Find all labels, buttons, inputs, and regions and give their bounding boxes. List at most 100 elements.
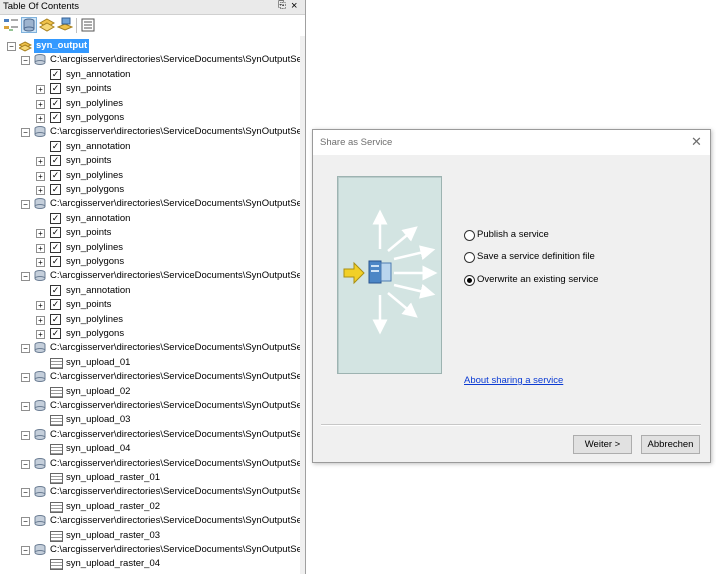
- layer-checkbox[interactable]: ✓: [50, 97, 61, 109]
- toc-data-source[interactable]: − C:\arcgisserver\directories\ServiceDocu…: [0, 269, 302, 283]
- expand-icon[interactable]: +: [36, 229, 45, 239]
- toc-layer-item[interactable]: syn_upload_raster_01: [0, 471, 300, 485]
- pin-icon[interactable]: ⎘: [278, 0, 286, 11]
- toc-layer-item[interactable]: + ✓ syn_polylines: [0, 97, 300, 111]
- radio-label-2[interactable]: Save a service definition file: [477, 251, 595, 262]
- collapse-icon[interactable]: −: [21, 402, 30, 411]
- toc-data-source[interactable]: − C:\arcgisserver\directories\ServiceDocu…: [0, 197, 302, 211]
- toc-data-source[interactable]: − C:\arcgisserver\directories\ServiceDocu…: [0, 341, 302, 355]
- toc-layer-item[interactable]: + ✓ syn_polygons: [0, 327, 300, 341]
- toc-layer-item[interactable]: + ✓ syn_polylines: [0, 241, 300, 255]
- layer-checkbox[interactable]: ✓: [50, 140, 61, 152]
- next-button[interactable]: Weiter >: [573, 435, 632, 454]
- toc-data-source[interactable]: − C:\arcgisserver\directories\ServiceDocu…: [0, 428, 302, 442]
- expand-icon[interactable]: +: [36, 85, 45, 95]
- collapse-icon[interactable]: −: [21, 128, 30, 138]
- toc-layer-item[interactable]: syn_upload_02: [0, 385, 300, 399]
- expand-icon[interactable]: +: [36, 99, 45, 109]
- layer-checkbox[interactable]: ✓: [50, 68, 61, 80]
- close-icon[interactable]: ✕: [691, 134, 702, 150]
- collapse-icon[interactable]: −: [21, 430, 30, 440]
- layer-checkbox[interactable]: ✓: [50, 112, 61, 123]
- collapse-icon[interactable]: −: [21, 344, 30, 354]
- expand-icon[interactable]: +: [36, 315, 45, 325]
- expand-icon[interactable]: +: [36, 171, 45, 181]
- toc-layer-item[interactable]: + ✓ syn_polylines: [0, 313, 300, 327]
- toc-data-source[interactable]: − C:\arcgisserver\directories\ServiceDocu…: [0, 514, 302, 528]
- toc-layer-item[interactable]: + ✓ syn_polygons: [0, 255, 300, 269]
- toc-title-bar: Table Of Contents ⎘ ×: [0, 0, 305, 15]
- collapse-icon[interactable]: −: [7, 42, 16, 51]
- toc-data-source[interactable]: − C:\arcgisserver\directories\ServiceDocu…: [0, 370, 302, 384]
- expand-icon[interactable]: +: [36, 258, 45, 267]
- expand-icon[interactable]: +: [36, 186, 45, 195]
- layer-checkbox[interactable]: ✓: [50, 169, 61, 181]
- collapse-icon[interactable]: −: [21, 373, 30, 383]
- toc-layer-item[interactable]: syn_upload_01: [0, 356, 300, 370]
- radio-label-3[interactable]: Overwrite an existing service: [477, 274, 598, 285]
- toc-data-source[interactable]: − C:\arcgisserver\directories\ServiceDocu…: [0, 125, 302, 139]
- radio-1[interactable]: [464, 230, 475, 241]
- expand-icon[interactable]: +: [36, 301, 45, 311]
- close-icon[interactable]: ×: [291, 0, 297, 12]
- radio-3[interactable]: [464, 275, 475, 286]
- layer-checkbox[interactable]: ✓: [50, 241, 61, 253]
- toc-layer-item[interactable]: + ✓ syn_points: [0, 226, 300, 240]
- layer-checkbox[interactable]: ✓: [50, 212, 61, 224]
- about-sharing-link[interactable]: About sharing a service: [464, 375, 563, 386]
- toc-layer-item[interactable]: + ✓ syn_points: [0, 154, 300, 168]
- cancel-button[interactable]: Abbrechen: [641, 435, 700, 454]
- layer-checkbox[interactable]: ✓: [50, 284, 61, 296]
- collapse-icon[interactable]: −: [21, 488, 30, 498]
- data-source-path: C:\arcgisserver\directories\ServiceDocum…: [50, 457, 302, 469]
- layer-checkbox[interactable]: ✓: [50, 313, 61, 325]
- collapse-icon[interactable]: −: [21, 517, 30, 527]
- list-by-source-icon[interactable]: [21, 17, 37, 33]
- layer-checkbox[interactable]: ✓: [50, 83, 61, 95]
- expand-icon[interactable]: +: [36, 157, 45, 167]
- list-by-selection-icon[interactable]: [56, 17, 74, 33]
- collapse-icon[interactable]: −: [21, 546, 30, 555]
- toc-layer-item[interactable]: ✓ syn_annotation: [0, 212, 300, 226]
- toc-layer-item[interactable]: syn_upload_raster_04: [0, 557, 300, 571]
- collapse-icon[interactable]: −: [21, 56, 30, 66]
- layer-checkbox[interactable]: ✓: [50, 256, 61, 267]
- layer-checkbox[interactable]: ✓: [50, 227, 61, 239]
- layer-checkbox[interactable]: ✓: [50, 299, 61, 311]
- layer-checkbox[interactable]: ✓: [50, 155, 61, 167]
- layer-checkbox[interactable]: ✓: [50, 184, 61, 195]
- radio-label-1[interactable]: Publish a service: [477, 229, 549, 240]
- toc-root-item[interactable]: − syn_output: [0, 39, 300, 53]
- toc-layer-item[interactable]: + ✓ syn_points: [0, 82, 300, 96]
- list-by-visibility-icon[interactable]: [38, 17, 56, 33]
- toc-layer-item[interactable]: ✓ syn_annotation: [0, 68, 300, 82]
- toc-layer-item[interactable]: ✓ syn_annotation: [0, 140, 300, 154]
- toc-data-source[interactable]: − C:\arcgisserver\directories\ServiceDocu…: [0, 485, 302, 499]
- toc-layer-item[interactable]: syn_upload_raster_02: [0, 500, 300, 514]
- toc-layer-item[interactable]: + ✓ syn_points: [0, 298, 300, 312]
- radio-2[interactable]: [464, 252, 475, 263]
- toc-layer-item[interactable]: + ✓ syn_polygons: [0, 111, 300, 125]
- toc-layer-item[interactable]: syn_upload_raster_03: [0, 529, 300, 543]
- toc-layer-item[interactable]: + ✓ syn_polygons: [0, 183, 300, 197]
- expand-icon[interactable]: +: [36, 114, 45, 123]
- data-source-path: C:\arcgisserver\directories\ServiceDocum…: [50, 428, 302, 440]
- collapse-icon[interactable]: −: [21, 272, 30, 282]
- expand-icon[interactable]: +: [36, 330, 45, 339]
- toc-layer-item[interactable]: syn_upload_03: [0, 413, 300, 427]
- layer-label: syn_upload_raster_01: [66, 472, 161, 483]
- layer-checkbox[interactable]: ✓: [50, 328, 61, 339]
- collapse-icon[interactable]: −: [21, 200, 30, 210]
- toc-layer-item[interactable]: syn_upload_04: [0, 442, 300, 456]
- options-icon[interactable]: [80, 17, 96, 33]
- expand-icon[interactable]: +: [36, 243, 45, 253]
- toc-data-source[interactable]: − C:\arcgisserver\directories\ServiceDocu…: [0, 53, 302, 67]
- toc-layer-item[interactable]: + ✓ syn_polylines: [0, 169, 300, 183]
- toc-data-source[interactable]: − C:\arcgisserver\directories\ServiceDocu…: [0, 457, 302, 471]
- toc-scrollbar[interactable]: [300, 36, 305, 574]
- list-by-drawing-order-icon[interactable]: [3, 17, 19, 33]
- collapse-icon[interactable]: −: [21, 459, 30, 469]
- toc-data-source[interactable]: − C:\arcgisserver\directories\ServiceDocu…: [0, 543, 302, 557]
- toc-layer-item[interactable]: ✓ syn_annotation: [0, 284, 300, 298]
- toc-data-source[interactable]: − C:\arcgisserver\directories\ServiceDocu…: [0, 399, 302, 413]
